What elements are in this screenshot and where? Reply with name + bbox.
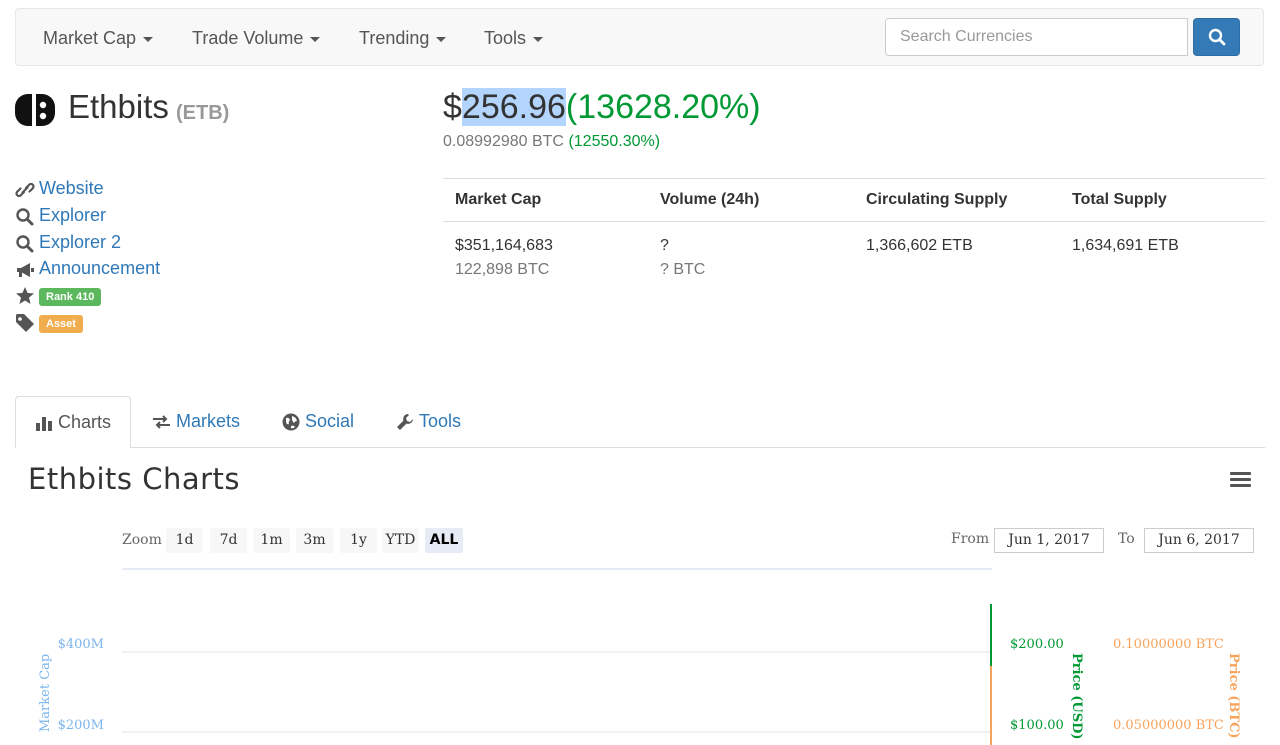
- volume-header: Volume (24h): [660, 191, 760, 208]
- table-divider: [443, 178, 1265, 179]
- zoom-1y-button[interactable]: 1y: [340, 528, 377, 553]
- zoom-1m-button[interactable]: 1m: [253, 528, 290, 553]
- y-left-tick: $200M: [58, 718, 104, 733]
- globe-icon: [282, 413, 300, 431]
- y-right-usd-tick: $200.00: [1010, 637, 1064, 652]
- zoom-ytd-button[interactable]: YTD: [382, 528, 419, 553]
- zoom-label: Zoom: [122, 532, 162, 548]
- to-label: To: [1118, 531, 1135, 547]
- nav-item-label: Trending: [359, 28, 430, 48]
- zoom-all-button[interactable]: ALL: [425, 528, 463, 553]
- coin-name: Ethbits: [68, 88, 169, 125]
- nav-item-label: Market Cap: [43, 28, 137, 48]
- circulating-supply-header: Circulating Supply: [866, 191, 1008, 208]
- hamburger-icon: [1230, 472, 1251, 475]
- y-right-btc-tick: 0.10000000 BTC: [1113, 637, 1224, 652]
- nav-trade-volume-dropdown[interactable]: Trade Volume: [192, 9, 321, 67]
- zoom-1d-button[interactable]: 1d: [166, 528, 203, 553]
- y-right-btc-tick: 0.05000000 BTC: [1113, 718, 1224, 733]
- tab-label: Tools: [419, 411, 462, 431]
- total-supply-header: Total Supply: [1072, 191, 1167, 208]
- asset-badge: Asset: [39, 315, 83, 333]
- price-btc-change: (12550.30%): [568, 133, 661, 150]
- volume-btc: ? BTC: [660, 261, 706, 278]
- total-supply-value: 1,634,691 ETB: [1072, 237, 1179, 254]
- link-label: Announcement: [39, 258, 161, 278]
- hamburger-icon-line: [1230, 484, 1251, 487]
- zoom-3m-button[interactable]: 3m: [296, 528, 333, 553]
- tab-label: Social: [305, 411, 355, 431]
- exchange-icon: [153, 415, 170, 429]
- coin-symbol: (ETB): [176, 102, 230, 124]
- tab-label: Markets: [176, 411, 241, 431]
- tag-icon: [16, 314, 34, 332]
- tab-charts[interactable]: Charts: [15, 396, 131, 448]
- search-icon: [16, 235, 34, 253]
- top-navbar: Market Cap Trade Volume Trending Tools: [15, 8, 1264, 66]
- volume-usd: ?: [660, 237, 669, 254]
- to-date-input[interactable]: Jun 6, 2017: [1144, 528, 1254, 553]
- price-usd: 256.96: [461, 88, 566, 126]
- search-icon: [16, 208, 34, 226]
- charts-title: Ethbits Charts: [28, 462, 241, 496]
- circulating-supply-value: 1,366,602 ETB: [866, 237, 973, 254]
- caret-down-icon: [533, 36, 544, 42]
- wrench-icon: [397, 414, 413, 431]
- nav-item-label: Tools: [484, 28, 527, 48]
- nav-trending-dropdown[interactable]: Trending: [359, 9, 447, 67]
- table-divider: [443, 221, 1265, 222]
- market-cap-btc: 122,898 BTC: [455, 261, 550, 278]
- price-chart[interactable]: $400M $200M Market Cap $200.00 $100.00 P…: [0, 560, 1280, 745]
- price-currency: $: [443, 88, 462, 126]
- nav-item-label: Trade Volume: [192, 28, 304, 48]
- caret-down-icon: [436, 36, 447, 42]
- search-icon: [1208, 28, 1225, 46]
- link-label: Explorer 2: [39, 232, 122, 252]
- coin-logo: [15, 94, 55, 126]
- tab-social[interactable]: Social: [282, 396, 354, 448]
- y-left-axis-label: Market Cap: [38, 654, 53, 732]
- link-icon: [15, 182, 35, 198]
- bar-chart-icon: [36, 417, 52, 432]
- coin-tabs: Charts Markets Social Tools: [15, 396, 1265, 448]
- nav-tools-dropdown[interactable]: Tools: [484, 9, 544, 67]
- bullhorn-icon: [17, 263, 34, 277]
- search-button[interactable]: [1193, 18, 1240, 56]
- link-label: Website: [39, 178, 104, 198]
- link-label: Explorer: [39, 205, 107, 225]
- price-btc: 0.08992980 BTC: [443, 133, 564, 150]
- tab-tools[interactable]: Tools: [396, 396, 461, 448]
- nav-market-cap-dropdown[interactable]: Market Cap: [43, 9, 154, 67]
- y-right-btc-axis-label: Price (BTC): [1226, 653, 1241, 739]
- y-left-tick: $400M: [58, 637, 104, 652]
- search-input[interactable]: [885, 18, 1188, 56]
- chart-menu-button[interactable]: [1230, 472, 1251, 488]
- price-change: (13628.20%): [565, 88, 761, 126]
- price-usd-row: $256.96(13628.20%): [443, 88, 761, 127]
- caret-down-icon: [143, 36, 154, 42]
- zoom-7d-button[interactable]: 7d: [210, 528, 247, 553]
- tab-label: Charts: [58, 412, 112, 432]
- hamburger-icon-line: [1230, 478, 1251, 481]
- star-icon: [16, 287, 34, 304]
- from-label: From: [951, 531, 990, 547]
- rank-badge: Rank 410: [39, 288, 102, 306]
- y-right-usd-axis-label: Price (USD): [1069, 653, 1084, 740]
- from-date-input[interactable]: Jun 1, 2017: [994, 528, 1104, 553]
- market-cap-usd: $351,164,683: [455, 237, 553, 254]
- market-cap-header: Market Cap: [455, 191, 542, 208]
- caret-down-icon: [310, 36, 321, 42]
- tab-markets[interactable]: Markets: [152, 396, 240, 448]
- price-btc-row: 0.08992980 BTC (12550.30%): [443, 133, 660, 151]
- y-right-usd-tick: $100.00: [1010, 718, 1064, 733]
